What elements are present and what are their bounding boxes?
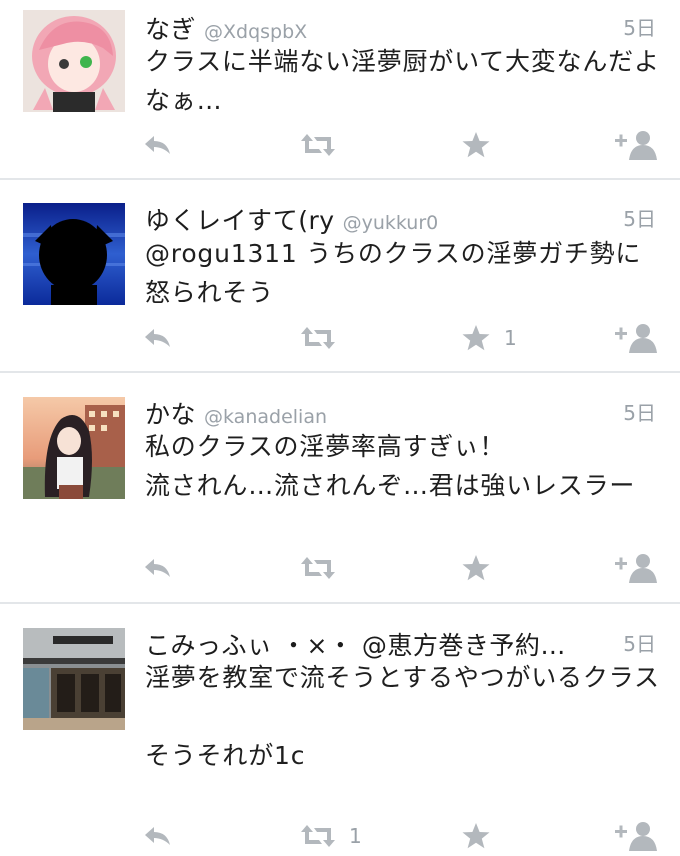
follow-icon [615,324,657,353]
retweet-count: 1 [349,824,362,848]
timestamp[interactable]: 5日 [623,397,656,426]
follow-icon [615,554,657,583]
favorite-button[interactable] [462,548,504,588]
tweet-header: かな @kanadelian 5日 [145,395,656,429]
tweet[interactable]: こみっふぃ ・×・ @恵方巻き予約… 5日 淫夢を教室で流そうとするやつがいるク… [0,604,680,856]
favorite-button[interactable] [462,816,504,856]
tweet-header: こみっふぃ ・×・ @恵方巻き予約… 5日 [145,626,656,660]
tweet[interactable]: なぎ @XdqspbX 5日 クラスに半端ない淫夢厨がいて大変なんだよなぁ… [0,0,680,180]
tweet-actions: 1 [0,318,680,358]
tweet-actions [0,125,680,165]
tweet[interactable]: ゆくレイすて(ry @yukkur0 5日 @rogu1311 うちのクラスの淫夢… [0,180,680,372]
tweet-text: 私のクラスの淫夢率高すぎぃ！ 流されん…流されんぞ…君は強いレスラー [145,432,636,500]
avatar[interactable] [23,628,125,730]
timestamp[interactable]: 5日 [623,12,656,41]
avatar-image [23,10,125,112]
handle[interactable]: @XdqspbX [204,21,307,43]
star-icon [462,325,490,351]
display-name[interactable]: こみっふぃ ・×・ @恵方巻き予約… [145,631,566,660]
favorite-button[interactable] [462,125,504,165]
reply-button[interactable] [143,125,173,165]
tweet-actions [0,548,680,588]
follow-icon [615,131,657,160]
avatar-image [23,203,125,305]
retweet-icon [301,134,335,156]
tweet-text: 淫夢を教室で流そうとするやつがいるクラス そうそれが1c [145,663,660,770]
reply-button[interactable] [143,318,173,358]
reply-icon [145,136,170,154]
favorite-button[interactable]: 1 [462,318,517,358]
retweet-icon [301,557,335,579]
timestamp[interactable]: 5日 [623,628,656,657]
display-name[interactable]: なぎ [145,15,196,44]
retweet-icon [301,825,335,847]
timeline: なぎ @XdqspbX 5日 クラスに半端ない淫夢厨がいて大変なんだよなぁ… ゆ… [0,0,680,856]
reply-button[interactable] [143,548,173,588]
display-name[interactable]: ゆくレイすて(ry [145,206,335,235]
avatar-image [23,397,125,499]
avatar[interactable] [23,397,125,499]
display-name[interactable]: かな [145,400,196,429]
reply-icon [145,329,170,347]
reply-icon [145,559,170,577]
follow-button[interactable] [615,548,657,588]
follow-button[interactable] [615,318,657,358]
tweet-text: クラスに半端ない淫夢厨がいて大変なんだよなぁ… [145,47,660,115]
timestamp[interactable]: 5日 [623,203,656,232]
star-icon [462,555,490,581]
star-icon [462,823,490,849]
tweet[interactable]: かな @kanadelian 5日 私のクラスの淫夢率高すぎぃ！ 流されん…流され… [0,373,680,603]
tweet-actions: 1 [0,816,680,856]
avatar[interactable] [23,203,125,305]
retweet-button[interactable] [301,318,349,358]
retweet-button[interactable] [301,548,349,588]
follow-icon [615,822,657,851]
avatar-image [23,628,125,730]
handle[interactable]: @kanadelian [204,406,327,428]
retweet-icon [301,327,335,349]
reply-icon [145,827,170,845]
star-icon [462,132,490,158]
reply-button[interactable] [143,816,173,856]
favorite-count: 1 [504,326,517,350]
avatar[interactable] [23,10,125,112]
handle[interactable]: @yukkur0 [343,212,439,234]
tweet-text: @rogu1311 うちのクラスの淫夢ガチ勢に怒られそう [145,239,642,307]
tweet-header: ゆくレイすて(ry @yukkur0 5日 [145,201,656,235]
retweet-button[interactable] [301,125,349,165]
retweet-button[interactable]: 1 [301,816,362,856]
follow-button[interactable] [615,816,657,856]
tweet-header: なぎ @XdqspbX 5日 [145,10,656,44]
follow-button[interactable] [615,125,657,165]
